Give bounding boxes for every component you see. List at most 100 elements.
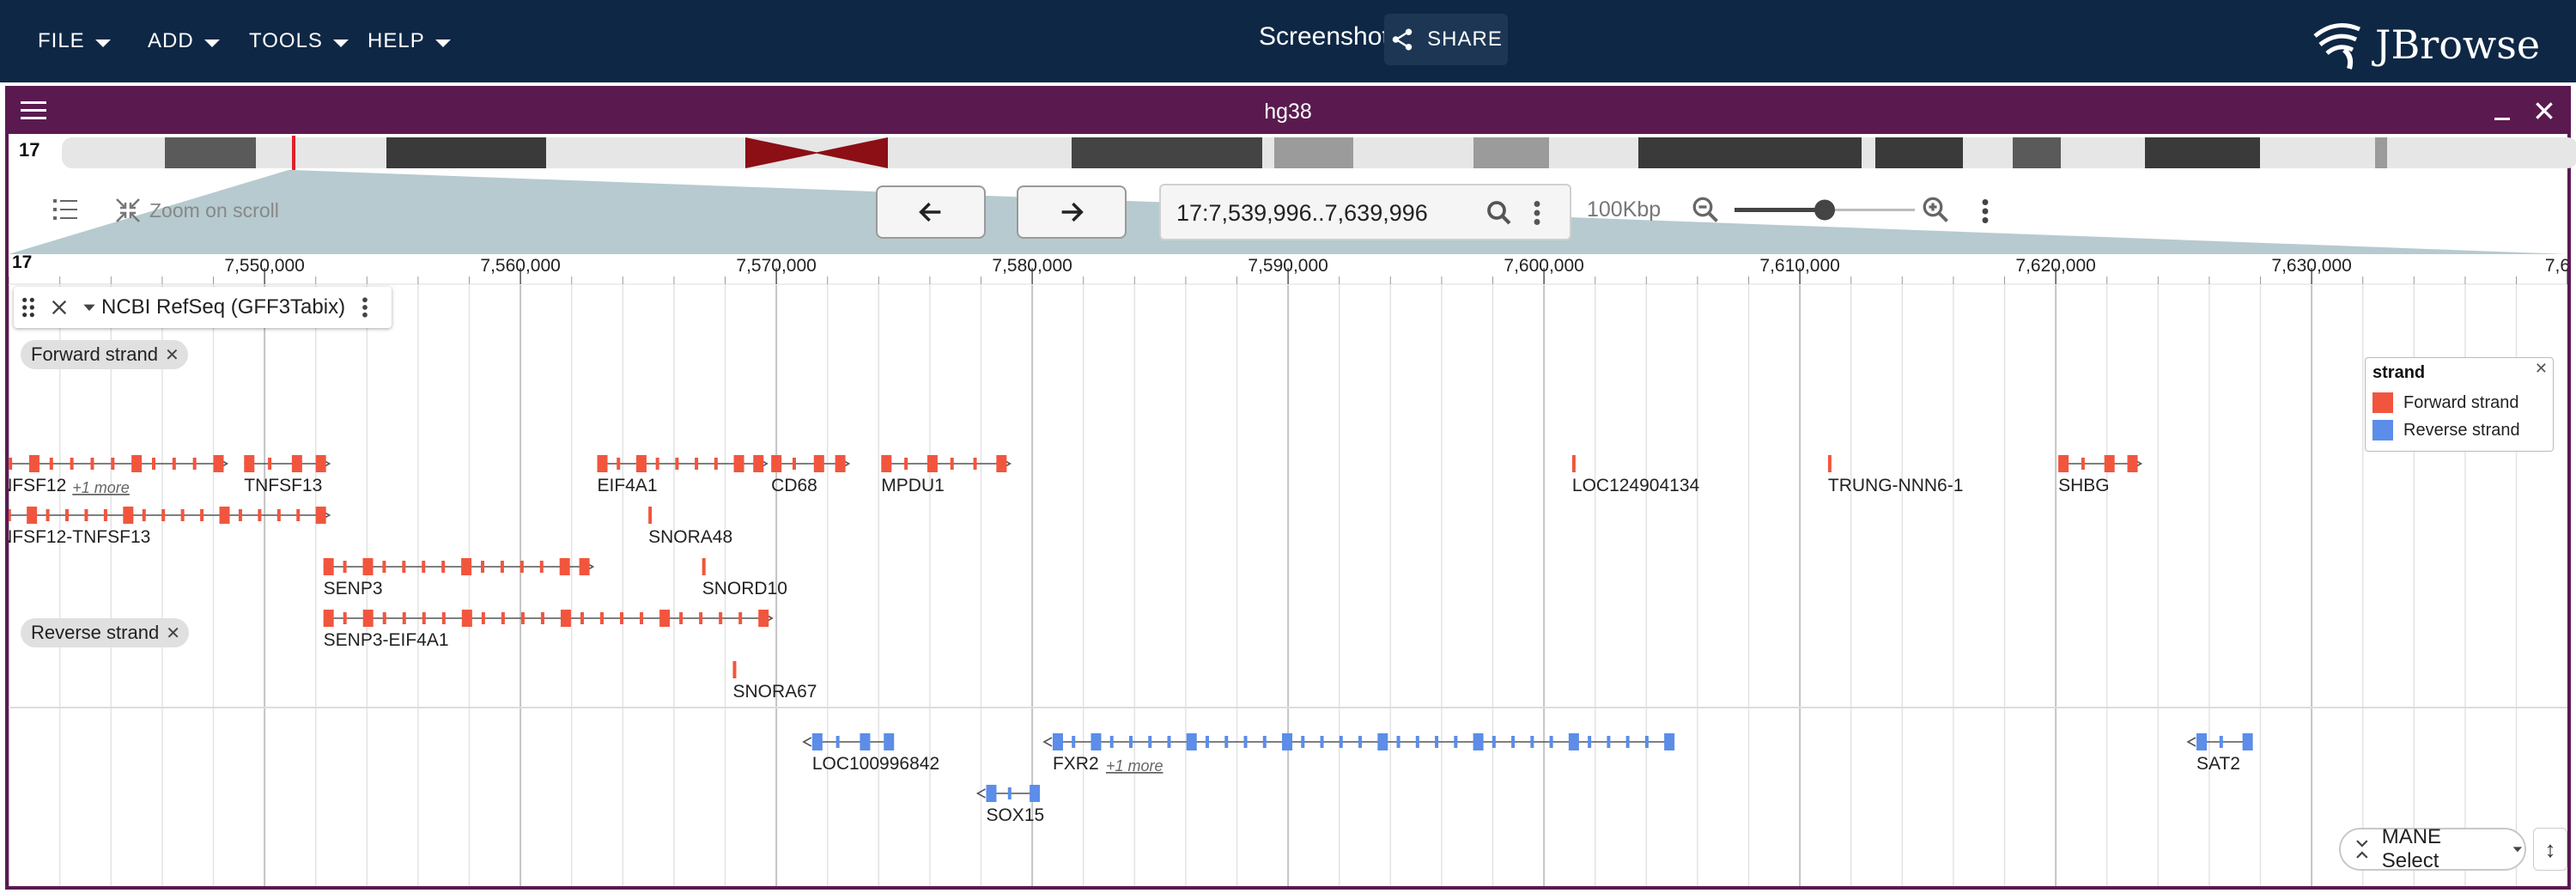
exon	[539, 561, 544, 573]
exon	[172, 458, 176, 470]
view-menu-icon[interactable]	[1977, 196, 1994, 227]
zoom-slider-thumb[interactable]	[1814, 199, 1835, 221]
help-menu-label: HELP	[368, 29, 425, 52]
exon	[881, 455, 892, 472]
exon	[1358, 736, 1363, 748]
track-menu-icon[interactable]	[359, 295, 371, 320]
ruler-tick-label: 7,550,000	[224, 256, 304, 276]
drag-handle-icon[interactable]	[21, 296, 36, 319]
share-button[interactable]: SHARE	[1384, 14, 1508, 65]
exon	[1588, 736, 1592, 748]
exon	[402, 612, 406, 624]
exon	[238, 509, 242, 521]
gene-feature[interactable]: TNFSF12-TNFSF13	[9, 507, 331, 547]
arrow-right-icon	[1061, 202, 1084, 222]
legend-item-forward: Forward strand	[2372, 392, 2519, 413]
chevron-down-icon[interactable]	[81, 299, 98, 316]
exon	[719, 612, 723, 624]
chevron-down-icon	[434, 39, 451, 47]
exon	[1644, 736, 1649, 748]
more-isoforms-link[interactable]: +1 more	[1106, 757, 1163, 775]
gene-feature[interactable]: SAT2	[2186, 733, 2253, 774]
strand-legend: strand ✕ Forward strand Reverse strand	[2365, 357, 2554, 452]
gene-feature[interactable]: SENP3-EIF4A1	[323, 610, 774, 650]
gene-feature[interactable]: SENP3	[323, 558, 595, 598]
more-isoforms-link[interactable]: +1 more	[72, 479, 130, 496]
close-icon[interactable]: ✕	[165, 344, 179, 366]
close-track-icon[interactable]	[50, 298, 69, 317]
exon	[648, 507, 653, 524]
zoom-on-scroll-icon[interactable]	[115, 197, 141, 223]
minimize-icon[interactable]	[2492, 101, 2512, 122]
exon	[1492, 736, 1496, 748]
ideogram-position-marker	[292, 136, 295, 170]
exon	[481, 612, 485, 624]
ruler-tick-label: 7,590,000	[1248, 256, 1327, 276]
gene-label: TNFSF12	[9, 476, 66, 495]
close-icon[interactable]: ✕	[166, 623, 180, 644]
exon	[771, 455, 782, 472]
exon	[1148, 736, 1152, 748]
exon	[268, 458, 272, 470]
pan-right-button[interactable]	[1017, 185, 1127, 239]
gene-feature[interactable]: TNFSF13	[244, 455, 331, 495]
gene-label: FXR2	[1053, 754, 1099, 774]
gene-feature[interactable]: SNORA48	[648, 507, 732, 547]
exon	[382, 612, 386, 624]
file-menu[interactable]: FILE	[38, 0, 111, 82]
zoom-slider-fill	[1735, 208, 1825, 212]
chromosome-ideogram[interactable]	[62, 136, 2576, 170]
tools-menu[interactable]: TOOLS	[249, 0, 349, 82]
help-menu[interactable]: HELP	[368, 0, 451, 82]
exon	[1224, 736, 1229, 748]
exon	[1128, 736, 1133, 748]
exon	[600, 612, 605, 624]
exon	[422, 612, 426, 624]
legend-title: strand	[2372, 363, 2426, 382]
gene-feature[interactable]: LOC100996842	[802, 733, 939, 774]
gene-label: SHBG	[2058, 476, 2110, 495]
more-vert-icon[interactable]	[1528, 197, 1546, 228]
jbrowse-logo: JBrowse	[2310, 17, 2540, 72]
chevron-down-icon	[204, 39, 220, 47]
exon	[1625, 736, 1630, 748]
exon	[714, 458, 718, 470]
gene-feature[interactable]: SNORA67	[732, 661, 817, 702]
gene-feature[interactable]: SOX15	[975, 785, 1044, 825]
gene-feature[interactable]: MPDU1	[881, 455, 1012, 495]
coordinate-ruler[interactable]: 7,550,000 7,560,000 7,570,000 7,580,000 7,59…	[9, 252, 2567, 285]
add-menu[interactable]: ADD	[148, 0, 220, 82]
exon	[540, 612, 544, 624]
legend-item-label: Forward strand	[2403, 392, 2519, 412]
forward-strand-chip[interactable]: Forward strand ✕	[21, 340, 188, 369]
gene-feature[interactable]: FXR2 +1 more	[1042, 733, 1675, 775]
search-icon[interactable]	[1484, 197, 1515, 228]
close-icon[interactable]	[2533, 100, 2555, 122]
track-label: NCBI RefSeq (GFF3Tabix)	[14, 287, 392, 328]
exon	[560, 610, 571, 627]
gene-feature[interactable]: SHBG	[2058, 455, 2143, 495]
exon	[1827, 455, 1832, 472]
gene-feature[interactable]: CD68	[771, 455, 851, 495]
zoom-on-scroll-toggle[interactable]: Zoom on scroll	[149, 199, 279, 222]
mane-select-dropdown[interactable]: MANE Select	[2339, 825, 2526, 872]
gene-feature[interactable]: TRUNG-NNN6-1	[1827, 455, 1964, 495]
zoom-out-icon[interactable]	[1690, 194, 1721, 225]
gene-feature[interactable]: LOC124904134	[1571, 455, 1700, 495]
arrow-left-icon	[919, 202, 941, 222]
reverse-strand-chip[interactable]: Reverse strand ✕	[21, 618, 189, 647]
expand-track-height-button[interactable]: ↕	[2533, 828, 2567, 871]
gene-label: SENP3-EIF4A1	[324, 630, 449, 650]
gene-feature[interactable]: SNORD10	[702, 558, 787, 598]
legend-close-icon[interactable]: ✕	[2535, 360, 2548, 378]
locus-input[interactable]	[1176, 197, 1485, 228]
feature-track-canvas[interactable]: TNFSF12 +1 more TNFSF13 TNFSF12-TNFSF13 SENP…	[9, 285, 2567, 886]
exon	[501, 612, 505, 624]
track-selector-icon[interactable]	[52, 196, 79, 223]
exon	[315, 507, 326, 524]
pan-left-button[interactable]	[876, 185, 986, 239]
exon	[500, 561, 504, 573]
zoom-slider[interactable]	[1735, 196, 1915, 225]
gene-feature[interactable]: TNFSF12 +1 more	[9, 455, 229, 496]
zoom-in-icon[interactable]	[1920, 194, 1951, 225]
